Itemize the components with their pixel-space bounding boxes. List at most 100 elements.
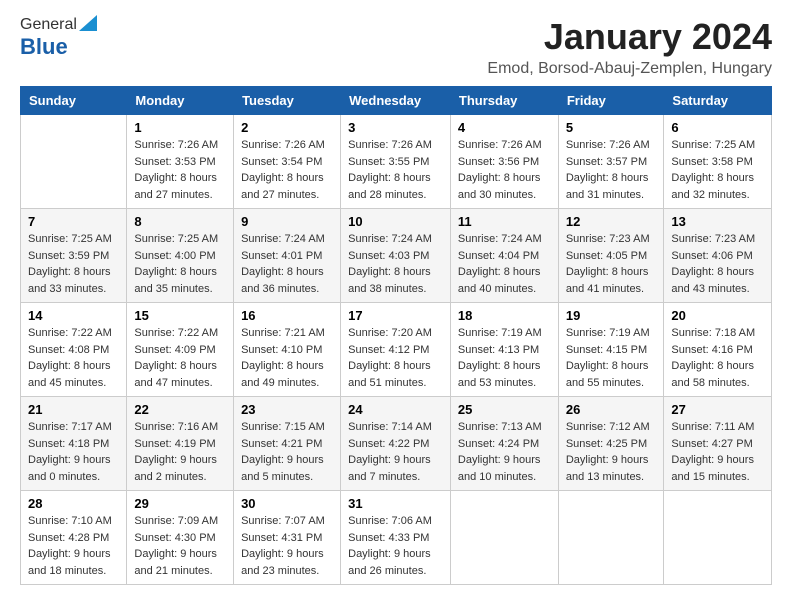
calendar-cell: 27Sunrise: 7:11 AMSunset: 4:27 PMDayligh…	[664, 397, 772, 491]
day-info: Sunrise: 7:11 AMSunset: 4:27 PMDaylight:…	[671, 419, 764, 485]
day-number: 1	[134, 120, 226, 135]
calendar-cell: 6 Sunrise: 7:25 AMSunset: 3:58 PMDaylight…	[664, 115, 772, 209]
calendar-cell: 14 Sunrise: 7:22 AMSunset: 4:08 PMDayligh…	[21, 303, 127, 397]
page-header: General Blue January 2024 Emod, Borsod-A…	[20, 16, 772, 78]
weekday-header-thursday: Thursday	[450, 87, 558, 115]
day-info: Sunrise: 7:22 AMSunset: 4:09 PMDaylight:…	[134, 325, 226, 391]
calendar-cell: 28Sunrise: 7:10 AMSunset: 4:28 PMDayligh…	[21, 491, 127, 585]
day-number: 21	[28, 402, 119, 417]
day-number: 31	[348, 496, 443, 511]
day-info: Sunrise: 7:16 AMSunset: 4:19 PMDaylight:…	[134, 419, 226, 485]
day-info: Sunrise: 7:26 AMSunset: 3:57 PMDaylight:…	[566, 137, 657, 203]
day-info: Sunrise: 7:09 AMSunset: 4:30 PMDaylight:…	[134, 513, 226, 579]
title-block: January 2024 Emod, Borsod-Abauj-Zemplen,…	[487, 16, 772, 78]
weekday-header-saturday: Saturday	[664, 87, 772, 115]
day-number: 13	[671, 214, 764, 229]
logo-general: General	[20, 16, 77, 34]
day-number: 24	[348, 402, 443, 417]
day-number: 6	[671, 120, 764, 135]
calendar-cell: 1 Sunrise: 7:26 AMSunset: 3:53 PMDaylight…	[127, 115, 234, 209]
day-number: 12	[566, 214, 657, 229]
calendar-cell: 23Sunrise: 7:15 AMSunset: 4:21 PMDayligh…	[234, 397, 341, 491]
day-info: Sunrise: 7:25 AMSunset: 3:58 PMDaylight:…	[671, 137, 764, 203]
calendar-cell: 3 Sunrise: 7:26 AMSunset: 3:55 PMDaylight…	[341, 115, 451, 209]
day-number: 2	[241, 120, 333, 135]
weekday-header-wednesday: Wednesday	[341, 87, 451, 115]
day-info: Sunrise: 7:06 AMSunset: 4:33 PMDaylight:…	[348, 513, 443, 579]
day-number: 11	[458, 214, 551, 229]
day-info: Sunrise: 7:24 AMSunset: 4:04 PMDaylight:…	[458, 231, 551, 297]
calendar-cell: 31 Sunrise: 7:06 AMSunset: 4:33 PMDayligh…	[341, 491, 451, 585]
calendar-cell: 11 Sunrise: 7:24 AMSunset: 4:04 PMDayligh…	[450, 209, 558, 303]
calendar-header-row: SundayMondayTuesdayWednesdayThursdayFrid…	[21, 87, 772, 115]
calendar-cell: 19 Sunrise: 7:19 AMSunset: 4:15 PMDayligh…	[558, 303, 664, 397]
day-number: 3	[348, 120, 443, 135]
calendar-cell	[664, 491, 772, 585]
main-title: January 2024	[487, 16, 772, 58]
calendar-cell: 30Sunrise: 7:07 AMSunset: 4:31 PMDayligh…	[234, 491, 341, 585]
calendar-cell: 29 Sunrise: 7:09 AMSunset: 4:30 PMDayligh…	[127, 491, 234, 585]
day-number: 5	[566, 120, 657, 135]
day-number: 20	[671, 308, 764, 323]
weekday-header-tuesday: Tuesday	[234, 87, 341, 115]
logo-blue: Blue	[20, 34, 68, 59]
day-info: Sunrise: 7:25 AMSunset: 3:59 PMDaylight:…	[28, 231, 119, 297]
calendar-cell: 13 Sunrise: 7:23 AMSunset: 4:06 PMDayligh…	[664, 209, 772, 303]
calendar-cell: 20 Sunrise: 7:18 AMSunset: 4:16 PMDayligh…	[664, 303, 772, 397]
day-info: Sunrise: 7:25 AMSunset: 4:00 PMDaylight:…	[134, 231, 226, 297]
calendar-cell: 25 Sunrise: 7:13 AMSunset: 4:24 PMDayligh…	[450, 397, 558, 491]
day-number: 22	[134, 402, 226, 417]
day-number: 25	[458, 402, 551, 417]
calendar-week-row: 14 Sunrise: 7:22 AMSunset: 4:08 PMDayligh…	[21, 303, 772, 397]
weekday-header-monday: Monday	[127, 87, 234, 115]
day-info: Sunrise: 7:20 AMSunset: 4:12 PMDaylight:…	[348, 325, 443, 391]
day-info: Sunrise: 7:26 AMSunset: 3:53 PMDaylight:…	[134, 137, 226, 203]
day-number: 26	[566, 402, 657, 417]
calendar-cell: 22 Sunrise: 7:16 AMSunset: 4:19 PMDayligh…	[127, 397, 234, 491]
day-info: Sunrise: 7:12 AMSunset: 4:25 PMDaylight:…	[566, 419, 657, 485]
calendar-cell: 26 Sunrise: 7:12 AMSunset: 4:25 PMDayligh…	[558, 397, 664, 491]
calendar-cell: 7 Sunrise: 7:25 AMSunset: 3:59 PMDaylight…	[21, 209, 127, 303]
day-info: Sunrise: 7:26 AMSunset: 3:55 PMDaylight:…	[348, 137, 443, 203]
day-info: Sunrise: 7:07 AMSunset: 4:31 PMDaylight:…	[241, 513, 333, 579]
logo-icon	[79, 15, 97, 31]
day-number: 8	[134, 214, 226, 229]
calendar-week-row: 21 Sunrise: 7:17 AMSunset: 4:18 PMDayligh…	[21, 397, 772, 491]
day-info: Sunrise: 7:18 AMSunset: 4:16 PMDaylight:…	[671, 325, 764, 391]
day-info: Sunrise: 7:22 AMSunset: 4:08 PMDaylight:…	[28, 325, 119, 391]
calendar-cell: 2 Sunrise: 7:26 AMSunset: 3:54 PMDaylight…	[234, 115, 341, 209]
day-number: 28	[28, 496, 119, 511]
logo: General Blue	[20, 16, 97, 60]
day-number: 18	[458, 308, 551, 323]
day-info: Sunrise: 7:26 AMSunset: 3:54 PMDaylight:…	[241, 137, 333, 203]
day-number: 10	[348, 214, 443, 229]
day-number: 7	[28, 214, 119, 229]
calendar-cell: 16 Sunrise: 7:21 AMSunset: 4:10 PMDayligh…	[234, 303, 341, 397]
calendar-week-row: 7 Sunrise: 7:25 AMSunset: 3:59 PMDaylight…	[21, 209, 772, 303]
calendar-cell: 15Sunrise: 7:22 AMSunset: 4:09 PMDayligh…	[127, 303, 234, 397]
day-info: Sunrise: 7:13 AMSunset: 4:24 PMDaylight:…	[458, 419, 551, 485]
calendar-week-row: 28Sunrise: 7:10 AMSunset: 4:28 PMDayligh…	[21, 491, 772, 585]
calendar-cell: 4Sunrise: 7:26 AMSunset: 3:56 PMDaylight…	[450, 115, 558, 209]
day-number: 23	[241, 402, 333, 417]
day-info: Sunrise: 7:23 AMSunset: 4:05 PMDaylight:…	[566, 231, 657, 297]
calendar-cell: 9Sunrise: 7:24 AMSunset: 4:01 PMDaylight…	[234, 209, 341, 303]
calendar-cell: 24 Sunrise: 7:14 AMSunset: 4:22 PMDayligh…	[341, 397, 451, 491]
day-info: Sunrise: 7:19 AMSunset: 4:15 PMDaylight:…	[566, 325, 657, 391]
calendar-cell: 12 Sunrise: 7:23 AMSunset: 4:05 PMDayligh…	[558, 209, 664, 303]
day-number: 16	[241, 308, 333, 323]
day-info: Sunrise: 7:23 AMSunset: 4:06 PMDaylight:…	[671, 231, 764, 297]
day-number: 19	[566, 308, 657, 323]
calendar-cell	[21, 115, 127, 209]
day-info: Sunrise: 7:17 AMSunset: 4:18 PMDaylight:…	[28, 419, 119, 485]
day-number: 14	[28, 308, 119, 323]
day-number: 4	[458, 120, 551, 135]
day-info: Sunrise: 7:24 AMSunset: 4:03 PMDaylight:…	[348, 231, 443, 297]
calendar-cell	[450, 491, 558, 585]
day-number: 29	[134, 496, 226, 511]
calendar-cell: 18Sunrise: 7:19 AMSunset: 4:13 PMDayligh…	[450, 303, 558, 397]
day-info: Sunrise: 7:14 AMSunset: 4:22 PMDaylight:…	[348, 419, 443, 485]
calendar-cell: 10 Sunrise: 7:24 AMSunset: 4:03 PMDayligh…	[341, 209, 451, 303]
day-info: Sunrise: 7:21 AMSunset: 4:10 PMDaylight:…	[241, 325, 333, 391]
calendar-table: SundayMondayTuesdayWednesdayThursdayFrid…	[20, 86, 772, 585]
